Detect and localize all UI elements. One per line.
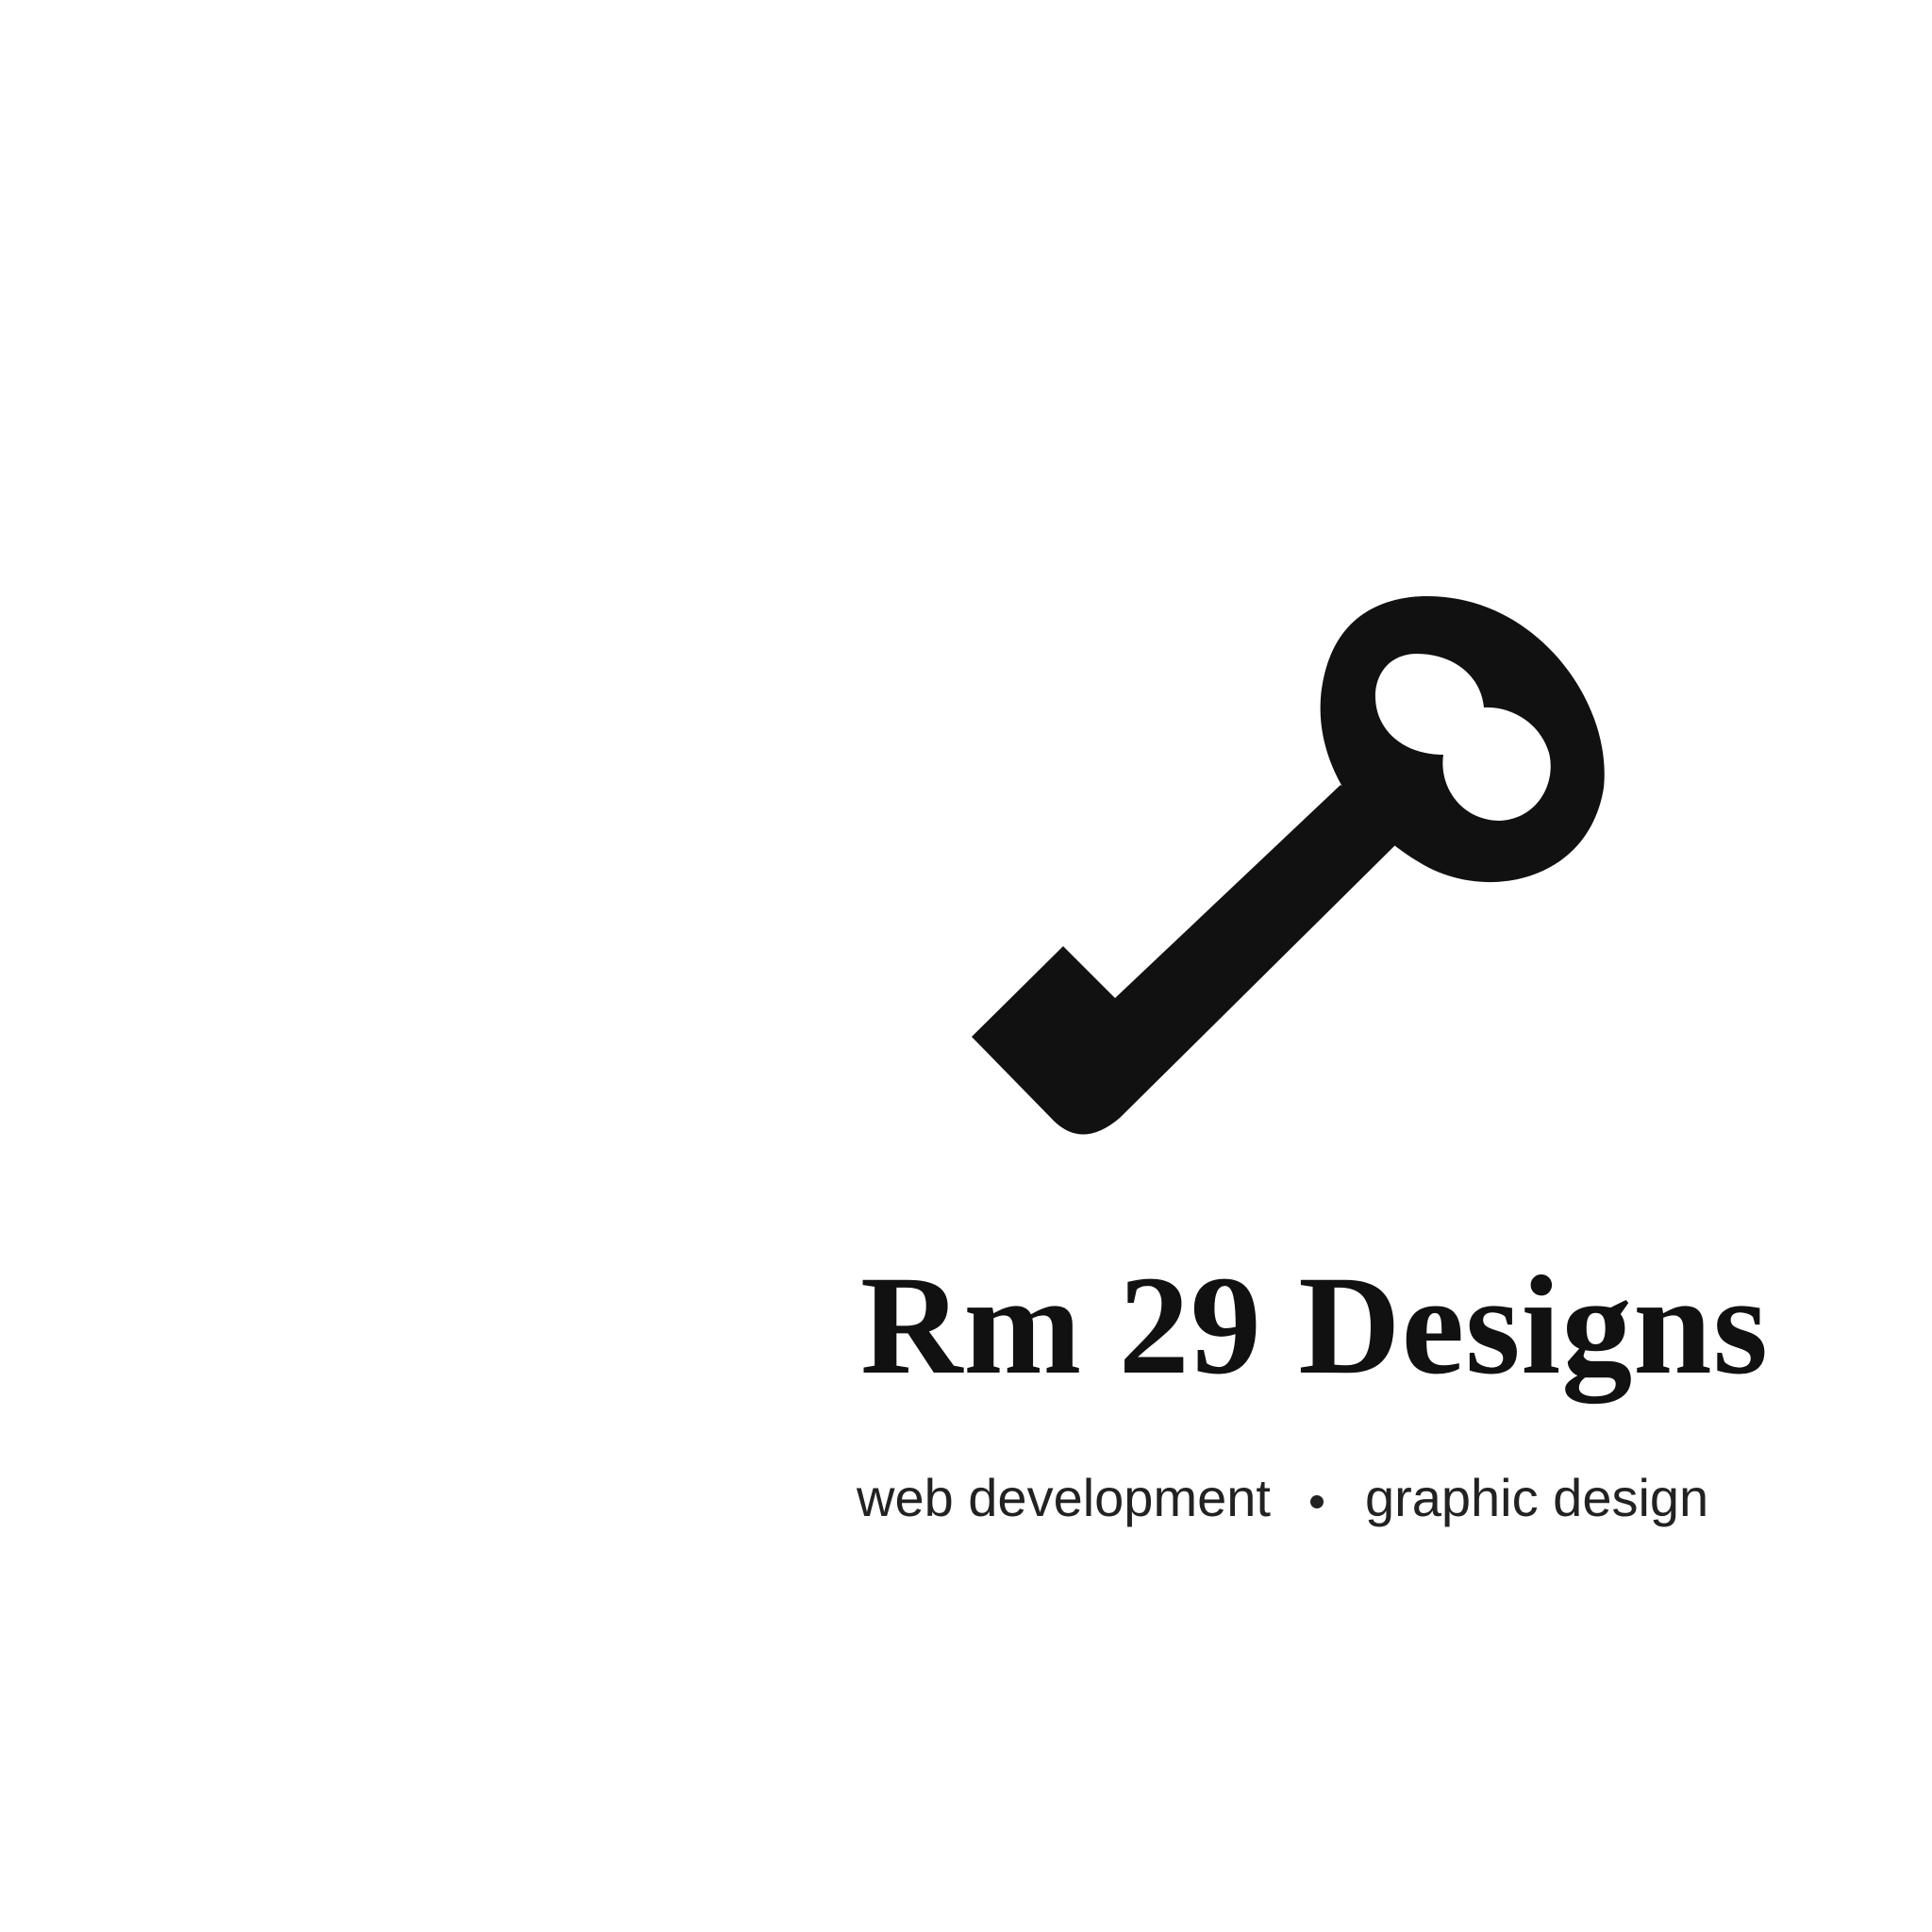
- tagline-web-development: web development: [857, 1468, 1271, 1527]
- tagline-graphic-design: graphic design: [1364, 1468, 1709, 1527]
- key-icon: [972, 596, 1605, 1135]
- logo-canvas: Rm 29 Designs web development graphic de…: [0, 0, 1932, 1932]
- brand-name: Rm 29 Designs: [860, 1247, 1770, 1404]
- tagline: web development graphic design: [857, 1472, 1708, 1524]
- bullet-separator: [1309, 1495, 1324, 1508]
